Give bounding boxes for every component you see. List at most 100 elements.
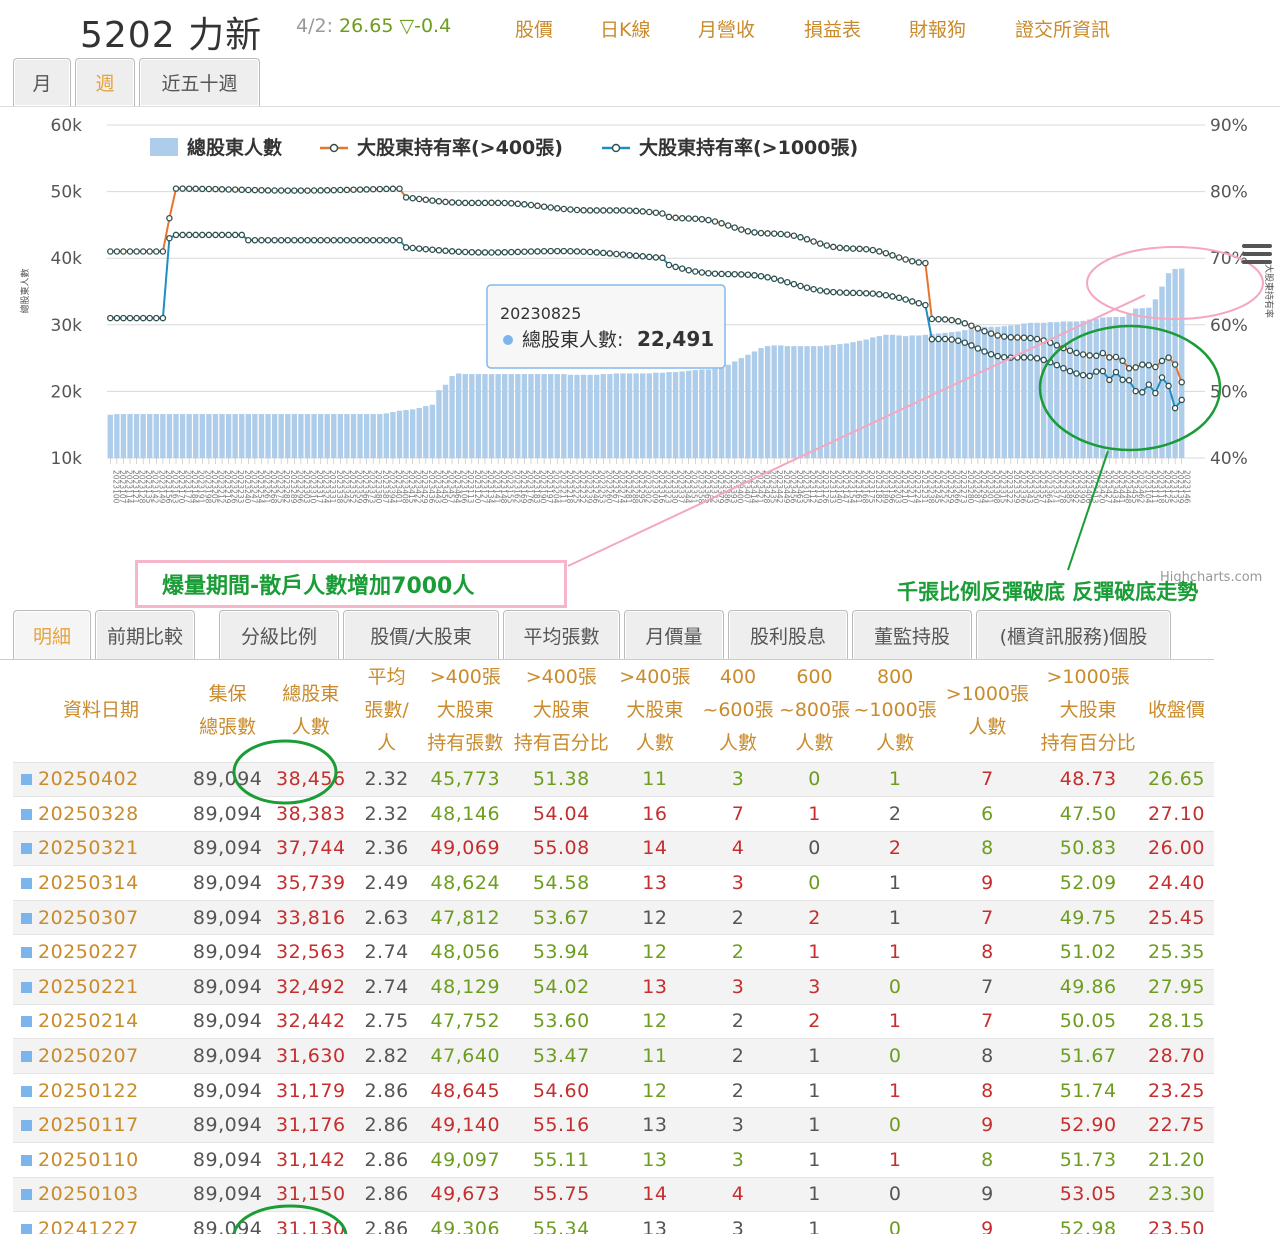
ratio1000-point[interactable] — [1079, 371, 1087, 379]
shareholder-bar[interactable] — [712, 368, 718, 458]
ratio1000-point[interactable] — [941, 335, 949, 343]
ratio400-point[interactable] — [508, 200, 515, 207]
tab-monthly-price-volume[interactable]: 月價量 — [624, 610, 724, 660]
chart-credits[interactable]: Highcharts.com — [1160, 570, 1262, 585]
ratio1000-point[interactable] — [330, 236, 338, 244]
ratio1000-point[interactable] — [692, 268, 699, 275]
shareholder-bar[interactable] — [909, 335, 915, 458]
shareholder-bar[interactable] — [837, 344, 843, 458]
shareholder-bar[interactable] — [935, 333, 942, 458]
ratio1000-point[interactable] — [600, 249, 607, 257]
ratio400-point[interactable] — [1086, 352, 1093, 359]
ratio400-point[interactable] — [258, 186, 265, 194]
ratio400-point[interactable] — [468, 199, 476, 207]
column-header[interactable]: >400張 大股東 持有百分比 — [512, 660, 611, 762]
shareholder-bar[interactable] — [725, 364, 731, 458]
tab-price-major[interactable]: 股價/大股東 — [343, 610, 499, 660]
ratio1000-point[interactable] — [113, 314, 121, 322]
ratio400-point[interactable] — [199, 185, 206, 193]
ratio1000-point[interactable] — [231, 231, 239, 239]
ratio1000-point[interactable] — [889, 293, 896, 300]
ratio400-point[interactable] — [514, 200, 522, 208]
legend-shareholders[interactable]: 總股東人數 — [187, 136, 282, 159]
shareholder-bar[interactable] — [574, 374, 580, 458]
shareholder-bar[interactable] — [528, 374, 534, 458]
ratio400-point[interactable] — [678, 214, 686, 222]
ratio1000-point[interactable] — [1171, 404, 1179, 412]
ratio400-point[interactable] — [488, 199, 495, 207]
ratio400-point[interactable] — [843, 245, 850, 252]
ratio1000-point[interactable] — [981, 348, 988, 355]
ratio1000-point[interactable] — [192, 231, 199, 239]
column-header[interactable]: >400張 大股東 持有張數 — [418, 660, 513, 762]
ratio1000-point[interactable] — [508, 248, 515, 256]
ratio400-point[interactable] — [1073, 349, 1080, 357]
ratio1000-point[interactable] — [922, 301, 929, 309]
ratio1000-point[interactable] — [363, 236, 370, 244]
ratio400-point[interactable] — [429, 197, 436, 204]
shareholder-bar[interactable] — [567, 374, 574, 458]
ratio1000-point[interactable] — [264, 236, 272, 244]
shareholder-bar[interactable] — [896, 335, 902, 458]
shareholder-bar[interactable] — [1001, 326, 1007, 458]
ratio400-point[interactable] — [521, 201, 528, 208]
ratio400-point[interactable] — [225, 186, 232, 193]
ratio400-point[interactable] — [231, 186, 239, 193]
shareholder-bar[interactable] — [600, 374, 606, 458]
shareholder-bar[interactable] — [962, 330, 968, 458]
ratio1000-point[interactable] — [862, 290, 870, 297]
ratio400-point[interactable] — [586, 207, 594, 214]
shareholder-bar[interactable] — [850, 342, 856, 458]
shareholder-bar[interactable] — [153, 414, 159, 458]
shareholder-bar[interactable] — [758, 348, 764, 458]
shareholder-bar[interactable] — [331, 414, 337, 458]
ratio1000-point[interactable] — [218, 231, 226, 239]
shareholder-bar[interactable] — [488, 374, 495, 458]
shareholder-bar[interactable] — [699, 369, 705, 458]
ratio400-point[interactable] — [1145, 361, 1153, 369]
table-row[interactable]: 20250402 89,094 38,456 2.32 45,773 51.38 11 3 0 1… — [13, 761, 1214, 797]
ratio400-point[interactable] — [606, 207, 614, 214]
ratio1000-point[interactable] — [928, 335, 936, 343]
ratio1000-point[interactable] — [882, 291, 890, 299]
ratio400-point[interactable] — [626, 207, 633, 214]
ratio400-point[interactable] — [1119, 357, 1126, 365]
shareholder-bar[interactable] — [179, 414, 186, 458]
shareholder-bar[interactable] — [409, 409, 416, 458]
shareholder-bar[interactable] — [856, 340, 863, 458]
ratio400-point[interactable] — [1033, 335, 1041, 343]
shareholder-bar[interactable] — [173, 414, 179, 458]
ratio400-point[interactable] — [915, 259, 923, 266]
shareholder-bar[interactable] — [304, 414, 311, 458]
shareholder-bar[interactable] — [258, 414, 265, 458]
shareholder-bar[interactable] — [1152, 299, 1159, 458]
ratio1000-point[interactable] — [646, 253, 653, 261]
table-row[interactable]: 20250207 89,094 31,630 2.82 47,640 53.47 11 2 1 0… — [13, 1038, 1214, 1074]
ratio1000-point[interactable] — [120, 314, 127, 322]
shareholder-bar[interactable] — [613, 373, 620, 458]
shareholder-bar[interactable] — [988, 326, 994, 458]
shareholder-bar[interactable] — [193, 414, 199, 458]
shareholder-bar[interactable] — [620, 373, 626, 458]
ratio1000-point[interactable] — [1040, 356, 1047, 364]
ratio1000-point[interactable] — [494, 249, 502, 256]
shareholder-bar[interactable] — [1165, 273, 1172, 458]
table-row[interactable]: 20250221 89,094 32,492 2.74 48,129 54.02 13 3 3 0… — [13, 969, 1214, 1005]
ratio1000-point[interactable] — [672, 263, 679, 271]
shareholder-bar[interactable] — [147, 414, 153, 458]
ratio1000-point[interactable] — [935, 335, 942, 343]
ratio400-point[interactable] — [744, 228, 752, 235]
shareholder-bar[interactable] — [370, 414, 376, 458]
ratio400-point[interactable] — [981, 327, 988, 335]
column-header[interactable]: 400 ~600張 人數 — [699, 660, 777, 762]
shareholder-bar[interactable] — [232, 414, 238, 458]
ratio1000-point[interactable] — [1033, 355, 1041, 362]
shareholder-bar[interactable] — [107, 414, 113, 458]
shareholder-bar[interactable] — [501, 374, 508, 458]
ratio1000-point[interactable] — [402, 244, 410, 251]
shareholder-bar[interactable] — [1021, 323, 1027, 458]
ratio1000-point[interactable] — [448, 248, 456, 255]
shareholder-bar[interactable] — [219, 414, 225, 458]
ratio400-point[interactable] — [238, 186, 246, 194]
shareholder-bar[interactable] — [876, 336, 883, 458]
